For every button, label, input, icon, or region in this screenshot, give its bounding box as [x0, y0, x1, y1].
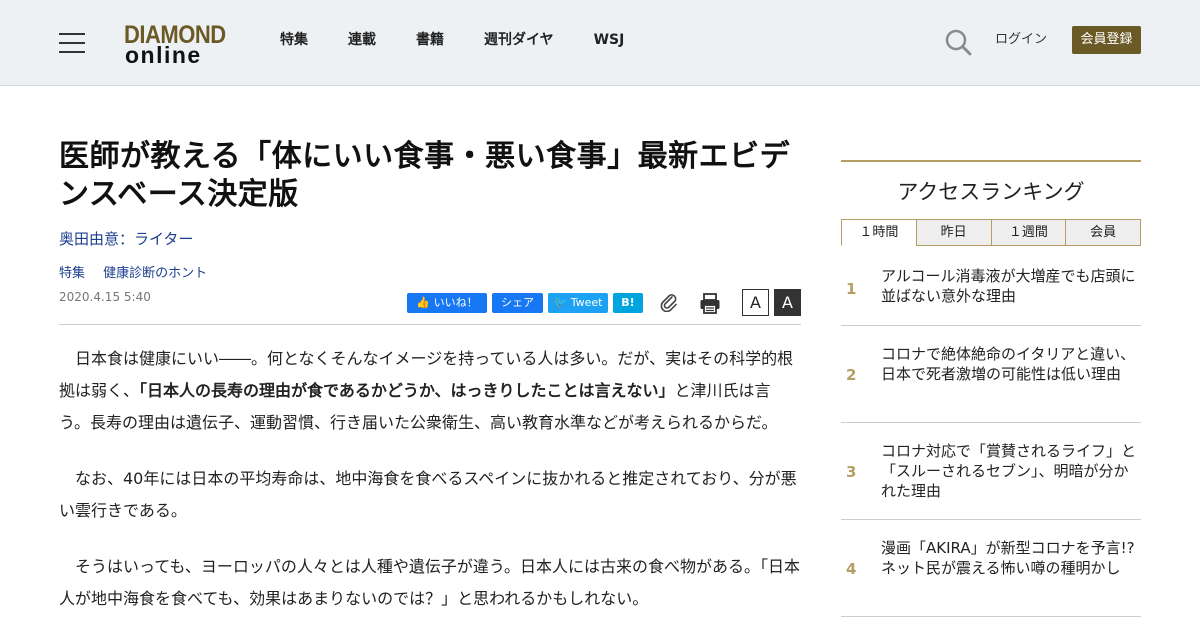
logo-bottom-text: online: [125, 42, 202, 68]
facebook-like-button[interactable]: 👍 いいね！: [407, 293, 487, 313]
rank-number: 4: [846, 560, 857, 578]
tab-1-hour[interactable]: １時間: [841, 219, 917, 246]
ranking-title: アクセスランキング: [897, 180, 1085, 204]
register-button[interactable]: 会員登録: [1072, 26, 1141, 54]
tab-members[interactable]: 会員: [1065, 219, 1141, 246]
rank-number: 3: [846, 463, 857, 481]
article-divider: [59, 324, 801, 325]
hatena-bookmark-button[interactable]: B!: [613, 293, 643, 313]
tweet-button[interactable]: 🐦 Tweet: [548, 293, 608, 313]
rank-headline: コロナ対応で「賞賛されるライフ」と「スルーされるセブン」、明暗が分かれた理由: [881, 442, 1137, 500]
article-paragraph: 日本食は健康にいい――。何となくそんなイメージを持っている人は多い。だが、実はそ…: [59, 349, 794, 432]
site-header: DIAMOND online 特集 連載 書籍 週刊ダイヤ WSJ ログイン 会…: [0, 0, 1200, 86]
nav-item-wsj[interactable]: WSJ: [594, 30, 625, 50]
article-paragraph: なお、40年には日本の平均寿命は、地中海食を食べるスペインに抜かれると推定されて…: [59, 469, 797, 520]
ranking-item[interactable]: 4 漫画「AKIRA」が新型コロナを予言!?ネット民が震える怖い噂の種明かし: [841, 520, 1141, 617]
nav-item-feature[interactable]: 特集: [280, 30, 308, 50]
main-nav: 特集 連載 書籍 週刊ダイヤ WSJ: [280, 30, 664, 50]
clip-icon[interactable]: [659, 292, 679, 312]
menu-icon[interactable]: [59, 31, 85, 53]
tweet-label: Tweet: [570, 296, 603, 309]
nav-item-series[interactable]: 連載: [348, 30, 376, 50]
ranking-item[interactable]: 3 コロナ対応で「賞賛されるライフ」と「スルーされるセブン」、明暗が分かれた理由: [841, 423, 1141, 520]
site-logo[interactable]: DIAMOND online: [124, 20, 228, 68]
article-author[interactable]: 奥田由意：ライター: [59, 228, 193, 249]
ranking-tabs: １時間 昨日 １週間 会員: [841, 219, 1141, 246]
share-buttons: 👍 いいね！ シェア 🐦 Tweet B!: [407, 293, 648, 313]
facebook-share-button[interactable]: シェア: [492, 293, 543, 313]
tag-link[interactable]: 特集: [59, 266, 85, 281]
rank-number: 1: [846, 280, 857, 298]
rank-number: 2: [846, 366, 857, 384]
ranking-item[interactable]: 2 コロナで絶体絶命のイタリアと違い、日本で死者激増の可能性は低い理由: [841, 326, 1141, 423]
article-tags: 特集 健康診断のホント: [59, 262, 221, 281]
tab-yesterday[interactable]: 昨日: [915, 219, 992, 246]
nav-item-weekly-diamond[interactable]: 週刊ダイヤ: [484, 30, 554, 50]
article-title: 医師が教える「体にいい食事・悪い食事」最新エビデンスベース決定版: [59, 139, 791, 212]
login-link[interactable]: ログイン: [995, 31, 1047, 49]
article-body: 日本食は健康にいい――。何となくそんなイメージを持っている人は多い。だが、実はそ…: [59, 343, 801, 630]
ranking-item[interactable]: 1 アルコール消毒液が大増産でも店頭に並ばない意外な理由: [841, 246, 1141, 326]
nav-item-books[interactable]: 書籍: [416, 30, 444, 50]
ranking-list: 1 アルコール消毒液が大増産でも店頭に並ばない意外な理由 2 コロナで絶体絶命の…: [841, 246, 1141, 617]
font-size-large-button[interactable]: A: [774, 289, 801, 316]
sidebar-top-border: [841, 160, 1141, 162]
rank-headline: コロナで絶体絶命のイタリアと違い、日本で死者激増の可能性は低い理由: [881, 345, 1136, 383]
twitter-bird-icon: 🐦: [553, 296, 571, 309]
tag-link[interactable]: 健康診断のホント: [103, 266, 207, 281]
font-size-normal-button[interactable]: A: [742, 289, 769, 316]
search-icon[interactable]: [944, 28, 972, 56]
like-label: いいね！: [433, 296, 478, 309]
print-icon[interactable]: [699, 292, 721, 314]
rank-headline: アルコール消毒液が大増産でも店頭に並ばない意外な理由: [881, 267, 1136, 305]
tab-1-week[interactable]: １週間: [990, 219, 1067, 246]
rank-headline: 漫画「AKIRA」が新型コロナを予言!?ネット民が震える怖い噂の種明かし: [881, 539, 1135, 577]
article-date: 2020.4.15 5:40: [59, 290, 151, 304]
thumbs-up-icon: 👍: [416, 296, 434, 309]
article-paragraph: そうはいっても、ヨーロッパの人々とは人種や遺伝子が違う。日本人には古来の食べ物が…: [59, 557, 800, 608]
